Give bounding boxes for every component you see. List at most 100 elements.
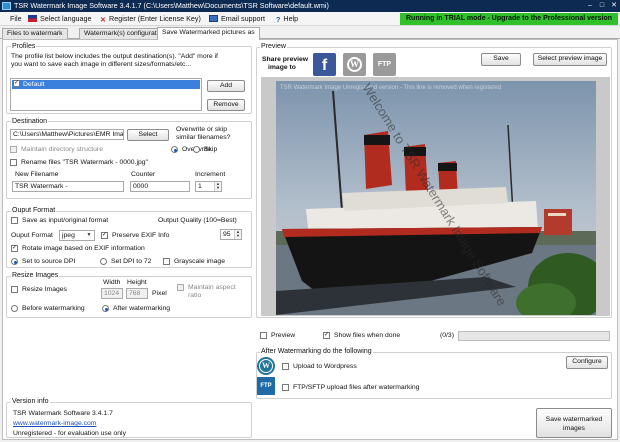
height-field[interactable]: 768: [126, 288, 148, 299]
after-watermarking-radio[interactable]: [102, 305, 109, 312]
menu-register[interactable]: ✕ Register (Enter License Key): [100, 12, 201, 26]
menu-file[interactable]: File: [10, 12, 22, 26]
maximize-button[interactable]: □: [596, 1, 608, 11]
before-watermarking-radio[interactable]: [11, 305, 18, 312]
ftp-share-icon[interactable]: FTP: [373, 53, 396, 76]
select-destination-button[interactable]: Select: [127, 129, 169, 141]
window-title: TSR Watermark Image Software 3.4.1.7 (C:…: [14, 1, 329, 10]
resize-label: Resize Images: [11, 272, 60, 279]
close-button[interactable]: ✕: [608, 1, 620, 11]
preserve-exif-label: Preserve EXIF Info: [112, 232, 170, 239]
save-preview-button[interactable]: Save: [481, 53, 521, 66]
quality-field[interactable]: 95 ▲ ▼: [220, 229, 242, 240]
facebook-icon[interactable]: f: [313, 53, 336, 76]
show-files-checkbox[interactable]: ✓: [323, 332, 330, 339]
profiles-list[interactable]: ✓ Default: [10, 78, 202, 111]
after-watermarking-group: [256, 352, 612, 399]
counter-field[interactable]: 0000: [130, 181, 190, 192]
format-select[interactable]: jpeg ▼: [59, 230, 95, 241]
destination-path-field[interactable]: C:\Users\Matthew\Pictures\EMR Ima: [10, 129, 124, 140]
after-watermarking-label: After watermarking: [113, 305, 171, 312]
width-field[interactable]: 1024: [101, 288, 123, 299]
skip-radio[interactable]: [193, 146, 200, 153]
save-as-input-label: Save as input/original format: [22, 217, 109, 224]
resize-images-checkbox[interactable]: [11, 286, 18, 293]
profiles-label: Profiles: [11, 43, 37, 50]
rename-files-checkbox[interactable]: [10, 159, 17, 166]
upload-wordpress-checkbox[interactable]: [282, 363, 289, 370]
overwrite-question-1: Overwrite or skip: [176, 126, 227, 133]
menu-email-support[interactable]: Email support: [209, 12, 265, 26]
rotate-exif-checkbox[interactable]: ✓: [11, 245, 18, 252]
configure-button[interactable]: Configure: [566, 356, 608, 369]
tab-save-watermarked[interactable]: Save Watermarked pictures as: [157, 27, 260, 40]
dpi-72-radio[interactable]: [100, 258, 107, 265]
quality-spinner[interactable]: ▲ ▼: [234, 230, 241, 239]
select-preview-image-button[interactable]: Select preview image: [533, 53, 607, 66]
wordpress-icon: W: [257, 357, 275, 375]
height-label: Height: [127, 279, 147, 286]
remove-profile-button[interactable]: Remove: [207, 99, 245, 111]
profiles-desc-1: The profile list below includes the outp…: [11, 53, 218, 60]
ftp-upload-checkbox[interactable]: [282, 384, 289, 391]
website-link[interactable]: www.watermark-image.com: [13, 420, 96, 427]
resize-images-label: Resize Images: [22, 286, 67, 293]
flag-icon: [28, 15, 37, 22]
maintain-aspect-checkbox[interactable]: [177, 284, 184, 291]
wordpress-share-icon[interactable]: W: [343, 53, 366, 76]
upload-wordpress-label: Upload to Wordpress: [293, 363, 357, 370]
preview-image: TSR Watermark Image Unregistered version…: [276, 81, 596, 315]
grayscale-checkbox[interactable]: [163, 258, 170, 265]
counter-label: Counter: [131, 171, 156, 178]
preview-label: Preview: [260, 43, 287, 50]
version-label: Version info: [11, 398, 50, 405]
tab-files-to-watermark[interactable]: Files to watermark: [2, 28, 68, 39]
output-format-label: Ouput Format: [11, 207, 57, 214]
share-label-2: image to: [268, 64, 296, 71]
preview-checkbox-label: Preview: [271, 332, 296, 339]
maintain-structure-label: Maintain directory structure: [21, 146, 103, 153]
dpi-72-label: Set DPI to 72: [111, 258, 152, 265]
profile-item-default[interactable]: ✓ Default: [12, 80, 200, 89]
register-x-icon: ✕: [100, 15, 107, 24]
minimize-button[interactable]: –: [584, 1, 596, 11]
destination-label: Destination: [11, 118, 49, 125]
new-filename-field[interactable]: TSR Watermark -: [12, 181, 124, 192]
progress-bar: [458, 331, 610, 341]
maintain-structure-checkbox[interactable]: [10, 146, 17, 153]
menu-bar: File Select language ✕ Register (Enter Li…: [0, 12, 620, 26]
help-icon: ?: [276, 15, 281, 24]
save-watermarked-images-button[interactable]: Save watermarked images: [536, 408, 612, 438]
watermark-banner-text: TSR Watermark Image Unregistered version…: [280, 85, 501, 91]
before-watermarking-label: Before watermarking: [22, 305, 85, 312]
tab-strip: Files to watermark Watermark(s) configur…: [0, 27, 620, 40]
menu-select-language[interactable]: Select language: [28, 12, 92, 26]
save-as-input-checkbox[interactable]: [11, 217, 18, 224]
registration-status: Unregistered - for evaluation use only: [13, 430, 126, 437]
title-bar: TSR Watermark Image Software 3.4.1.7 (C:…: [0, 0, 620, 12]
rename-files-label: Rename files "TSR Watermark - 0000.jpg": [21, 159, 148, 166]
show-files-label: Show files when done: [334, 332, 401, 339]
preserve-exif-checkbox[interactable]: ✓: [101, 232, 108, 239]
increment-field[interactable]: 1 ▲ ▼: [195, 181, 222, 192]
trial-banner[interactable]: Running in TRIAL mode - Upgrade to the P…: [400, 13, 618, 25]
increment-spinner[interactable]: ▲ ▼: [214, 182, 221, 191]
dpi-source-label: Set to source DPI: [22, 258, 76, 265]
quality-label: Output Quality (100=Best): [158, 217, 237, 224]
maintain-aspect-label-2: ratio: [188, 292, 202, 299]
overwrite-question-2: similar filenames?: [176, 134, 231, 141]
grayscale-label: Grayscale image: [174, 258, 225, 265]
preview-checkbox[interactable]: [260, 332, 267, 339]
add-profile-button[interactable]: Add: [207, 80, 245, 92]
dpi-source-radio[interactable]: [11, 258, 18, 265]
progress-count: (0/3): [440, 332, 454, 339]
overwrite-radio[interactable]: [171, 146, 178, 153]
profile-default-checkbox[interactable]: ✓: [13, 80, 20, 87]
menu-help[interactable]: ? Help: [276, 12, 298, 26]
increment-label: Increment: [195, 171, 226, 178]
profiles-desc-2: you want to save each image in different…: [11, 61, 192, 68]
ftp-icon: FTP: [257, 377, 275, 395]
format-label: Ouput Format: [11, 232, 53, 239]
app-icon: [2, 2, 11, 10]
pixel-label: Pixel: [152, 290, 167, 297]
